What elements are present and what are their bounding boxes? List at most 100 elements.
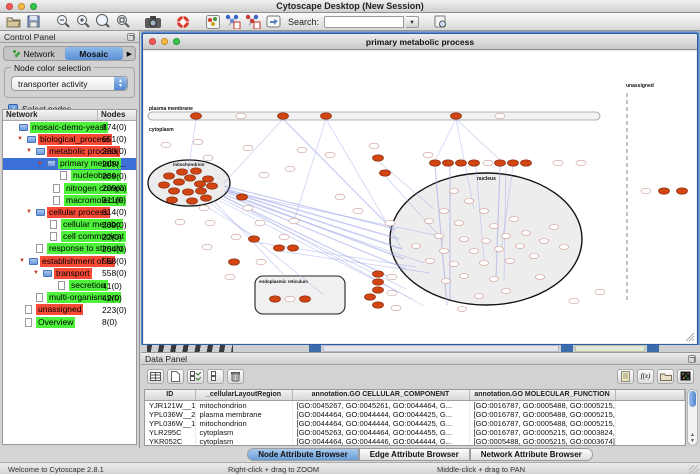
save-button[interactable] bbox=[24, 14, 42, 30]
expand-triangle-icon[interactable]: ▼ bbox=[26, 148, 32, 154]
tree-row[interactable]: unassigned223(0) bbox=[3, 304, 136, 316]
tab-network[interactable]: Network bbox=[5, 47, 63, 60]
tree-row[interactable]: ▼metabolic process280(0) bbox=[3, 145, 136, 157]
expand-triangle-icon[interactable]: ▼ bbox=[17, 136, 23, 142]
table-cell bbox=[615, 428, 685, 437]
gene-node bbox=[510, 217, 519, 222]
tree-row[interactable]: ▼cellular process614(0) bbox=[3, 206, 136, 218]
tree-row[interactable]: response to stimulu264(0) bbox=[3, 243, 136, 255]
delete-attribute-trash-button[interactable] bbox=[227, 369, 244, 384]
network-leaf-icon bbox=[58, 281, 65, 290]
table-cell: [GO:0005488, GO:0005215, GO:0003674] bbox=[469, 437, 615, 446]
table-row[interactable]: YPL036W__2plasma membrane[GO:0044464, GO… bbox=[145, 410, 685, 419]
selected-gene-node bbox=[495, 160, 506, 166]
node-color-dropdown[interactable]: transporter activity ▲▼ bbox=[11, 76, 128, 91]
tree-row-node-count: 209(... bbox=[102, 159, 126, 169]
tree-row-node-count: 209(0) bbox=[102, 171, 127, 181]
select-attributes-button[interactable] bbox=[187, 369, 204, 384]
folder-icon bbox=[29, 258, 38, 265]
expand-triangle-icon[interactable]: ▼ bbox=[33, 270, 39, 276]
table-column-header[interactable]: annotation.GO MOLECULAR_FUNCTION bbox=[469, 390, 615, 400]
import-annotation-button[interactable] bbox=[264, 14, 282, 30]
tree-row[interactable]: ▼biological_process651(0) bbox=[3, 133, 136, 145]
gene-node bbox=[450, 262, 459, 267]
table-row[interactable]: YLR295Ccytoplasm[GO:0045263, GO:0044464,… bbox=[145, 428, 685, 437]
table-column-header[interactable]: ID bbox=[145, 390, 195, 400]
table-row[interactable]: YKR052Ccytoplasm[GO:0044464, GO:0044446,… bbox=[145, 437, 685, 446]
gene-node bbox=[236, 113, 246, 119]
status-bar: Welcome to Cytoscape 2.8.1 Right-click +… bbox=[0, 462, 700, 474]
scrollbar-thumb[interactable] bbox=[689, 391, 696, 407]
table-cell: [GO:0044464, GO:0044444, GO:0044425, G..… bbox=[292, 419, 469, 428]
tree-row[interactable]: ▼establishment of lo558(0) bbox=[3, 255, 136, 267]
edit-network-red-button[interactable] bbox=[244, 14, 262, 30]
gene-node bbox=[536, 275, 545, 280]
selected-gene-node bbox=[300, 296, 311, 302]
zoom-out-button[interactable] bbox=[54, 14, 72, 30]
tree-row-label: mosaic-demo-yeast bbox=[30, 122, 108, 133]
formula-builder-button[interactable]: f(x) bbox=[637, 369, 654, 384]
search-input[interactable] bbox=[324, 16, 404, 28]
open-file-button[interactable] bbox=[4, 14, 22, 30]
new-attribute-button[interactable] bbox=[167, 369, 184, 384]
zoom-in-button[interactable] bbox=[74, 14, 92, 30]
zoom-fit-button[interactable] bbox=[94, 14, 112, 30]
tree-row[interactable]: ▼transport558(0) bbox=[3, 267, 136, 279]
expand-triangle-icon[interactable]: ▼ bbox=[19, 258, 25, 264]
attribute-table-button[interactable] bbox=[147, 369, 164, 384]
tree-row[interactable]: nitrogen compo209(0) bbox=[3, 182, 136, 194]
tab-mosaic[interactable]: Mosaic bbox=[65, 47, 123, 60]
tree-row[interactable]: ▼primary metabo209(... bbox=[3, 158, 136, 170]
zoom-selected-button[interactable] bbox=[114, 14, 132, 30]
table-column-header[interactable] bbox=[615, 390, 685, 400]
network-view-window[interactable]: primary metabolic process plasma membran… bbox=[142, 33, 698, 345]
selected-gene-node bbox=[183, 189, 194, 195]
table-row[interactable]: YDR039C__1mitochondrion[GO:0044464, GO:0… bbox=[145, 446, 685, 447]
float-panel-icon[interactable] bbox=[127, 33, 135, 41]
attribute-table[interactable]: ID_cellularLayoutRegionannotation.GO CEL… bbox=[144, 389, 686, 446]
search-config-button[interactable] bbox=[431, 14, 449, 30]
gene-node bbox=[502, 234, 511, 239]
gene-node bbox=[450, 189, 459, 194]
tab-overflow-button[interactable]: ▶ bbox=[124, 50, 135, 58]
tree-row[interactable]: multi-organism pro42(0) bbox=[3, 292, 136, 304]
snapshot-camera-button[interactable] bbox=[144, 14, 162, 30]
data-panel-title: Data Panel bbox=[145, 354, 187, 364]
search-dropdown-button[interactable]: ▼ bbox=[406, 16, 419, 28]
resize-grip[interactable] bbox=[689, 465, 699, 474]
help-lifering-button[interactable] bbox=[174, 14, 192, 30]
tree-row[interactable]: cell communicat22(0) bbox=[3, 231, 136, 243]
network-canvas[interactable]: plasma membranecytoplasmunassignednucleu… bbox=[144, 51, 696, 343]
browser-tab[interactable]: Node Attribute Browser bbox=[247, 448, 359, 461]
expand-triangle-icon[interactable]: ▼ bbox=[37, 161, 43, 167]
network-tree-panel: Network Nodes mosaic-demo-yeast874(0)▼bi… bbox=[2, 109, 137, 445]
scrollbar-arrows[interactable]: ▲▼ bbox=[688, 432, 697, 444]
table-row[interactable]: YPL036W__1mitochondrion[GO:0044464, GO:0… bbox=[145, 419, 685, 428]
gene-node bbox=[259, 172, 269, 178]
gene-node bbox=[641, 188, 651, 194]
browser-tab[interactable]: Edge Attribute Browser bbox=[359, 448, 470, 461]
table-row[interactable]: YJR121W__1mitochondrion[GO:0045267, GO:0… bbox=[145, 400, 685, 410]
table-column-header[interactable]: annotation.GO CELLULAR_COMPONENT bbox=[292, 390, 469, 400]
tree-row[interactable]: macromolecule311(0) bbox=[3, 194, 136, 206]
float-data-panel-icon[interactable] bbox=[688, 355, 696, 363]
table-cell: [GO:0045267, GO:0045261, GO:0044464, G..… bbox=[292, 400, 469, 410]
status-zoom-hint: Right-click + drag to ZOOM bbox=[228, 465, 319, 474]
edit-network-blue-button[interactable] bbox=[224, 14, 242, 30]
import-attributes-folder-button[interactable] bbox=[657, 369, 674, 384]
unselect-attributes-button[interactable] bbox=[207, 369, 224, 384]
gene-node bbox=[460, 237, 469, 242]
expand-triangle-icon[interactable]: ▼ bbox=[26, 209, 32, 215]
attribute-matrix-button[interactable] bbox=[677, 369, 694, 384]
table-column-header[interactable]: _cellularLayoutRegion bbox=[195, 390, 292, 400]
tree-row[interactable]: cellular metabo209(0) bbox=[3, 219, 136, 231]
tree-row[interactable]: secretion41(0) bbox=[3, 279, 136, 291]
vizmapper-button[interactable] bbox=[204, 14, 222, 30]
table-scrollbar[interactable]: ▲▼ bbox=[687, 389, 698, 446]
tree-row[interactable]: Overview8(0) bbox=[3, 316, 136, 328]
browser-tab[interactable]: Network Attribute Browser bbox=[470, 448, 593, 461]
attribute-notes-button[interactable] bbox=[617, 369, 634, 384]
tree-row[interactable]: nucleobase-209(0) bbox=[3, 170, 136, 182]
tree-row[interactable]: mosaic-demo-yeast874(0) bbox=[3, 121, 136, 133]
table-cell bbox=[615, 400, 685, 410]
